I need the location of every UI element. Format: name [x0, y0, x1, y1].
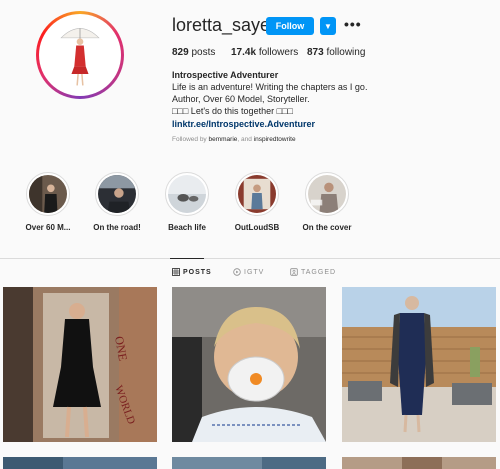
highlight-image [98, 175, 136, 213]
tab-posts[interactable]: POSTS [172, 268, 212, 276]
tab-label: TAGGED [301, 268, 337, 276]
bio-line: Life is an adventure! Writing the chapte… [172, 82, 368, 92]
followed-by[interactable]: Followed by bemmarie, and inspiredtowrit… [172, 136, 296, 143]
bio-line: □□□ Let's do this together □□□ [172, 106, 293, 116]
bio-name: Introspective Adventurer [172, 70, 279, 80]
tab-label: IGTV [244, 268, 265, 276]
followers-stat[interactable]: 17.4k followers [231, 47, 298, 58]
highlight-image [308, 175, 346, 213]
more-options-icon[interactable]: ••• [344, 16, 362, 32]
highlight-item[interactable]: OutLoudSB [227, 172, 287, 232]
highlight-label: Over 60 M... [25, 223, 71, 232]
highlight-ring [305, 172, 349, 216]
highlight-image [29, 175, 67, 213]
highlight-label: OutLoudSB [234, 223, 280, 232]
post-thumbnail[interactable] [172, 457, 326, 469]
posts-count: 829 [172, 47, 189, 58]
avatar-image [42, 17, 118, 93]
avatar-border [39, 14, 121, 96]
following-count: 873 [307, 47, 324, 58]
tab-tagged[interactable]: TAGGED [290, 268, 336, 276]
tabs-divider [0, 258, 500, 259]
active-tab-indicator [170, 258, 204, 259]
chevron-down-icon: ▼ [324, 21, 332, 31]
suggested-dropdown-button[interactable]: ▼ [320, 17, 336, 35]
follow-button[interactable]: Follow [266, 17, 314, 35]
profile-avatar[interactable] [36, 11, 124, 99]
highlight-ring [26, 172, 70, 216]
bio-line: Author, Over 60 Model, Storyteller. [172, 94, 310, 104]
tab-igtv[interactable]: IGTV [233, 268, 264, 276]
post-image: ONE WORLD [3, 287, 157, 442]
bio-link[interactable]: linktr.ee/Introspective.Adventurer [172, 119, 315, 129]
post-thumbnail[interactable] [342, 457, 496, 469]
post-thumbnail[interactable] [342, 287, 496, 442]
highlight-item[interactable]: Over 60 M... [18, 172, 78, 232]
post-image [172, 287, 326, 442]
following-stat[interactable]: 873 following [307, 47, 365, 58]
post-image [3, 457, 157, 469]
highlight-label: On the cover [302, 223, 352, 232]
highlight-item[interactable]: Beach life [157, 172, 217, 232]
highlight-image [238, 175, 276, 213]
following-label: following [326, 47, 366, 58]
highlight-item[interactable]: On the cover [297, 172, 357, 232]
tab-label: POSTS [183, 268, 212, 276]
followed-sep: , and [237, 136, 252, 143]
highlight-item[interactable]: On the road! [87, 172, 147, 232]
followers-count: 17.4k [231, 47, 257, 58]
post-image [172, 457, 326, 469]
highlight-image [168, 175, 206, 213]
post-thumbnail[interactable] [3, 457, 157, 469]
post-thumbnail[interactable] [172, 287, 326, 442]
posts-stat: 829 posts [172, 47, 215, 58]
highlight-ring [165, 172, 209, 216]
tagged-icon [290, 268, 298, 276]
highlight-ring [95, 172, 139, 216]
post-image [342, 457, 496, 469]
highlight-ring [235, 172, 279, 216]
post-image [342, 287, 496, 442]
followed-prefix: Followed by [172, 136, 207, 143]
highlight-label: On the road! [93, 223, 141, 232]
post-thumbnail[interactable]: ONE WORLD [3, 287, 157, 442]
igtv-icon [233, 268, 241, 276]
highlight-label: Beach life [168, 223, 206, 232]
grid-icon [172, 268, 180, 276]
posts-label: posts [191, 47, 216, 58]
followed-user: bemmarie [208, 136, 238, 143]
followed-user: inspiredtowrite [253, 136, 296, 143]
followers-label: followers [258, 47, 299, 58]
